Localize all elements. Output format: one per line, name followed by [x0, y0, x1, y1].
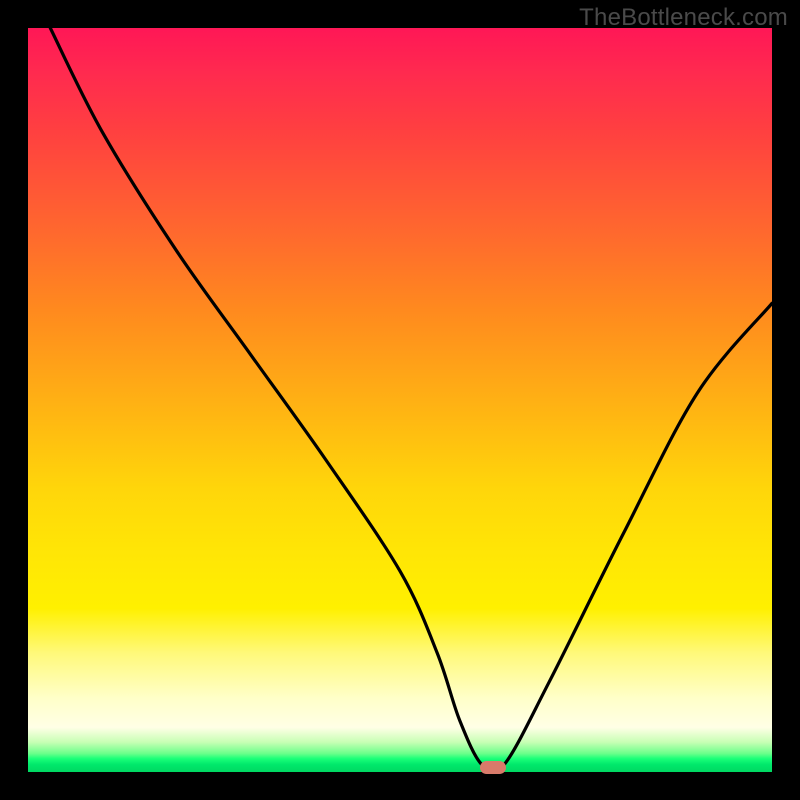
bottleneck-curve — [50, 28, 772, 773]
curve-layer — [28, 28, 772, 772]
watermark-text: TheBottleneck.com — [579, 4, 788, 32]
plot-area — [28, 28, 772, 772]
minimum-marker — [480, 761, 506, 774]
chart-frame: TheBottleneck.com — [0, 0, 800, 800]
